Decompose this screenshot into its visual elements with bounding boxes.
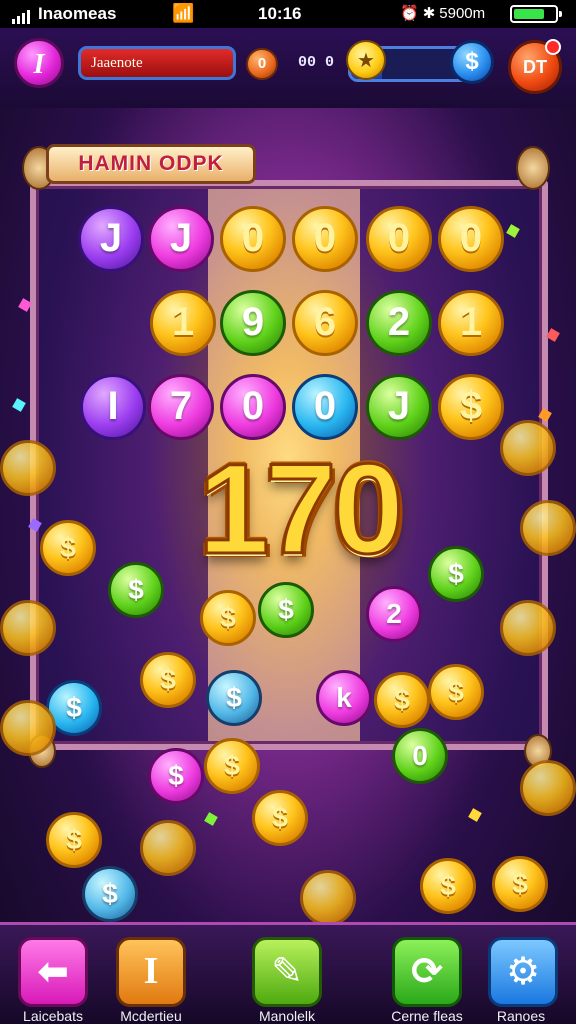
decorative-coin-icon bbox=[0, 600, 56, 656]
refresh-icon: ⟳ bbox=[411, 949, 443, 993]
sparkle-icon bbox=[204, 812, 218, 826]
board-token[interactable]: 6 bbox=[292, 290, 358, 356]
big-score-number: 170 bbox=[197, 438, 406, 581]
status-right: ⏰ ✱ 5900m bbox=[400, 4, 489, 22]
battery-text: 5900m bbox=[439, 5, 486, 22]
notification-dot bbox=[545, 39, 561, 55]
coin-token[interactable]: $ bbox=[108, 562, 164, 618]
board-token[interactable]: I bbox=[80, 374, 146, 440]
battery-icon bbox=[510, 5, 562, 23]
coin-token[interactable]: $ bbox=[206, 670, 262, 726]
settings-button[interactable]: ⚙ bbox=[488, 937, 558, 1007]
board-token[interactable]: 0 bbox=[220, 206, 286, 272]
decorative-coin-icon bbox=[0, 700, 56, 756]
board-token[interactable]: 0 bbox=[292, 206, 358, 272]
nav-label-back: Laicebats bbox=[23, 1008, 83, 1024]
alarm-icon: ⏰ bbox=[400, 5, 419, 22]
carrier-name: Inaomeas bbox=[38, 4, 117, 23]
wifi-icon: 📶 bbox=[172, 3, 195, 24]
board-token[interactable]: 0 bbox=[366, 206, 432, 272]
decorative-coin-icon bbox=[520, 500, 576, 556]
bottom-nav: ⬅ Laicebats I Mcdertieu ✎ Manolelk ⟳ Cer… bbox=[0, 922, 576, 1024]
game-header: I Jaaenote 0 00 0 ★ $ DT bbox=[0, 28, 576, 108]
decorative-coin-icon bbox=[500, 420, 556, 476]
signal-icon bbox=[12, 4, 32, 24]
nav-label-edit: Manolelk bbox=[258, 1008, 316, 1024]
board-token[interactable]: 2 bbox=[366, 290, 432, 356]
decorative-coin-icon bbox=[500, 600, 556, 656]
coin-token[interactable]: k bbox=[316, 670, 372, 726]
coin-token[interactable]: $ bbox=[258, 582, 314, 638]
sparkle-icon bbox=[12, 398, 26, 412]
battery-fill bbox=[514, 9, 544, 19]
alert-button[interactable]: DT bbox=[508, 39, 562, 94]
board-token[interactable]: J bbox=[78, 206, 144, 272]
decorative-coin-icon bbox=[140, 820, 196, 876]
nav-label-one: Mcdertieu bbox=[120, 1008, 182, 1024]
battery-tip bbox=[559, 11, 562, 17]
board-token[interactable]: 0 bbox=[220, 374, 286, 440]
coin-token[interactable]: $ bbox=[420, 858, 476, 914]
player-name-field[interactable]: Jaaenote bbox=[78, 46, 236, 80]
back-button[interactable]: ⬅ bbox=[18, 937, 88, 1007]
coin-token[interactable]: $ bbox=[374, 672, 430, 728]
board-token[interactable]: $ bbox=[438, 374, 504, 440]
coin-token[interactable]: 0 bbox=[392, 728, 448, 784]
coin-token[interactable]: $ bbox=[200, 590, 256, 646]
board-token[interactable]: 0 bbox=[292, 374, 358, 440]
coin-token[interactable]: $ bbox=[140, 652, 196, 708]
carrier-group: Inaomeas bbox=[12, 4, 116, 24]
board-token[interactable]: 9 bbox=[220, 290, 286, 356]
board-token[interactable]: 0 bbox=[438, 206, 504, 272]
board-title: HAMIN ODPK bbox=[46, 144, 256, 184]
coin-token[interactable]: $ bbox=[40, 520, 96, 576]
board-token[interactable]: 1 bbox=[438, 290, 504, 356]
numeral-button[interactable]: I bbox=[116, 937, 186, 1007]
numeral-one-icon: I bbox=[143, 950, 159, 992]
nav-label-settings: Ranoes bbox=[496, 1008, 546, 1024]
status-bar: Inaomeas 📶 10:16 ⏰ ✱ 5900m bbox=[0, 0, 576, 28]
board-token[interactable]: J bbox=[148, 206, 214, 272]
coin-token[interactable]: $ bbox=[204, 738, 260, 794]
scroll-ornament-right-icon bbox=[516, 146, 550, 190]
board-token[interactable]: 1 bbox=[150, 290, 216, 356]
sparkle-icon bbox=[468, 808, 482, 822]
decorative-coin-icon bbox=[520, 760, 576, 816]
coin-counter-icon[interactable]: 0 bbox=[246, 48, 278, 80]
clock: 10:16 bbox=[258, 4, 302, 23]
star-badge-icon[interactable]: ★ bbox=[346, 40, 386, 80]
coin-token[interactable]: $ bbox=[492, 856, 548, 912]
coin-token[interactable]: $ bbox=[252, 790, 308, 846]
score-readout: 00 0 bbox=[298, 54, 335, 71]
coin-token[interactable]: $ bbox=[428, 664, 484, 720]
board-token[interactable]: J bbox=[366, 374, 432, 440]
coin-token[interactable]: $ bbox=[148, 748, 204, 804]
board-token[interactable]: 7 bbox=[148, 374, 214, 440]
dollar-badge[interactable]: $ bbox=[450, 40, 494, 84]
coin-token[interactable]: $ bbox=[82, 866, 138, 922]
coin-token[interactable]: 2 bbox=[366, 586, 422, 642]
sparkle-icon bbox=[546, 328, 560, 342]
edit-button[interactable]: ✎ bbox=[252, 937, 322, 1007]
gem-button[interactable]: I bbox=[14, 38, 64, 88]
decorative-coin-icon bbox=[0, 440, 56, 496]
refresh-button[interactable]: ⟳ bbox=[392, 937, 462, 1007]
bluetooth-icon: ✱ bbox=[422, 5, 436, 22]
gear-icon: ⚙ bbox=[505, 949, 541, 993]
pencil-arrow-icon: ✎ bbox=[271, 949, 303, 993]
decorative-coin-icon bbox=[300, 870, 356, 926]
arrow-left-icon: ⬅ bbox=[37, 949, 69, 993]
coin-token[interactable]: $ bbox=[428, 546, 484, 602]
coin-token[interactable]: $ bbox=[46, 812, 102, 868]
alert-label: DT bbox=[523, 57, 547, 77]
